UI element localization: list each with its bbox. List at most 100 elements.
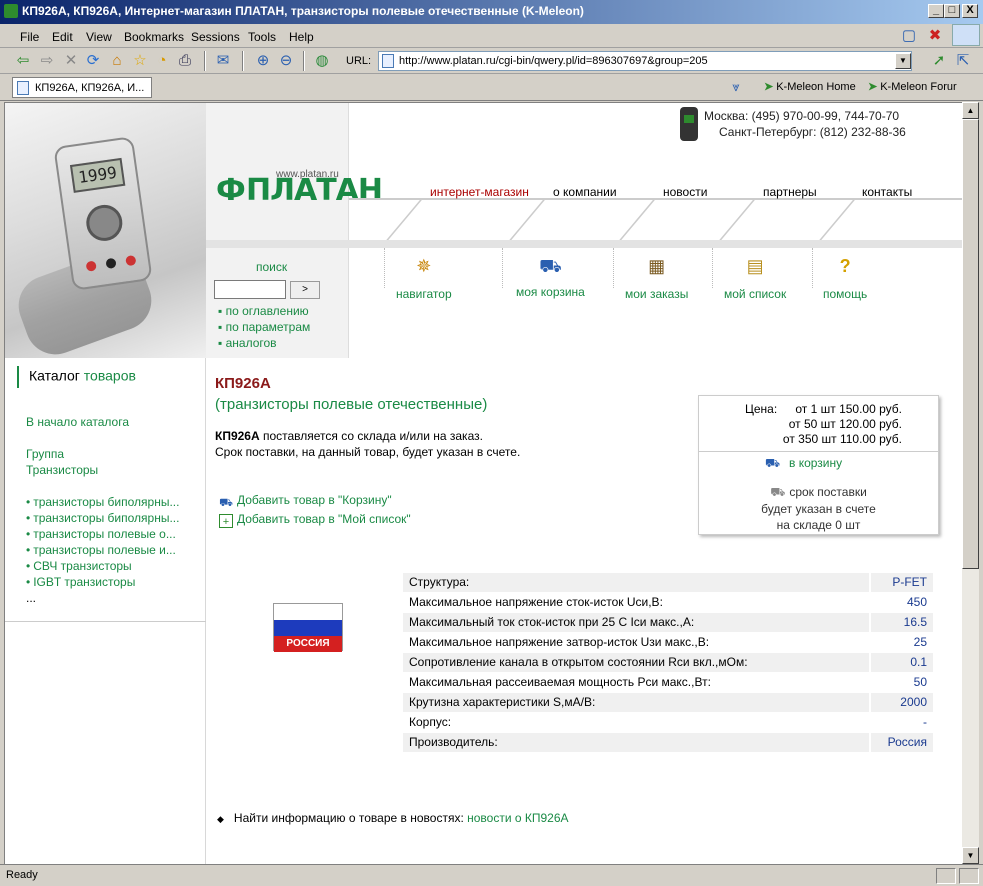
group-link[interactable]: Транзисторы — [26, 463, 98, 477]
phone-icon — [680, 107, 698, 141]
spec-value: 25 — [913, 635, 927, 649]
nav-about[interactable]: о компании — [553, 185, 617, 199]
forward-icon[interactable]: ⇨ — [38, 52, 56, 70]
history-icon[interactable]: ◔ — [153, 52, 171, 70]
reload-icon[interactable]: ⟳ — [84, 52, 102, 70]
spec-key: Крутизна характеристики S,мА/В: — [409, 695, 596, 709]
table-row: Производитель: Россия — [403, 733, 933, 752]
bookmark-star-icon[interactable]: ☆ — [131, 52, 149, 70]
throbber-icon — [952, 24, 980, 46]
price-tier-1: от 1 шт 150.00 руб. — [795, 402, 902, 416]
pointer-icon[interactable]: ⇱ — [954, 52, 972, 70]
tool-orders[interactable]: ▦ мои заказы — [625, 253, 688, 301]
maximize-button[interactable]: □ — [944, 4, 960, 18]
go-icon[interactable]: ➚ — [930, 52, 948, 70]
spec-key: Корпус: — [409, 715, 452, 729]
availability-rest: поставляется со склада и/или на заказ. — [259, 429, 483, 443]
window-title: КП926А, КП926А, Интернет-магазин ПЛАТАН,… — [22, 4, 584, 18]
nav-news[interactable]: новости — [663, 185, 707, 199]
catalog-item[interactable]: • транзисторы биполярны... — [26, 511, 196, 525]
stop-icon[interactable]: ✕ — [62, 52, 80, 70]
add-to-list-link[interactable]: + Добавить товар в "Мой список" — [219, 512, 411, 528]
logo-panel: www.platan.ru ФПЛАТАН — [206, 103, 383, 241]
home-icon[interactable]: ⌂ — [108, 52, 126, 70]
tab-label: КП926А, КП926А, И... — [35, 82, 145, 94]
status-bar: Ready — [0, 864, 983, 886]
add-to-cart-link[interactable]: ⛟ Добавить товар в "Корзину" — [219, 493, 392, 510]
kmeleon-icon: ➤ — [764, 81, 774, 93]
flag-label: РОССИЯ — [274, 636, 342, 652]
close-button[interactable]: X — [962, 4, 978, 18]
tool-my-list[interactable]: ▤ мой список — [724, 253, 786, 301]
tool-cart[interactable]: ⛟ моя корзина — [516, 253, 585, 299]
bookmark-kmeleon-forum[interactable]: ➤ K-Meleon Forur — [868, 80, 957, 93]
scroll-thumb[interactable] — [962, 119, 979, 569]
scroll-down-button[interactable]: ▼ — [962, 847, 979, 864]
vertical-scrollbar[interactable]: ▲ ▼ — [962, 102, 979, 864]
close-tab-icon[interactable]: ✖ — [926, 27, 944, 45]
delivery-line-1: ⛟ срок поставки — [699, 485, 938, 501]
status-cell — [959, 868, 979, 884]
menu-sessions[interactable]: Sessions — [191, 30, 240, 44]
search-by-params-link[interactable]: ▪ по параметрам — [218, 320, 310, 334]
catalog-item[interactable]: • IGBT транзисторы — [26, 575, 196, 589]
site-header: www.platan.ru ФПЛАТАН Москва: (495) 970-… — [206, 103, 962, 248]
bookmark-kmeleon-home[interactable]: ➤ K-Meleon Home — [764, 80, 856, 93]
search-button[interactable]: > — [290, 281, 320, 299]
tab-current[interactable]: КП926А, КП926А, И... — [12, 77, 152, 98]
new-window-icon[interactable]: ▢ — [900, 27, 918, 45]
table-row: Сопротивление канала в открытом состояни… — [403, 653, 933, 672]
catalog-item[interactable]: • транзисторы полевые о... — [26, 527, 196, 541]
zoom-in-icon[interactable]: ⊕ — [254, 52, 272, 70]
catalog-item[interactable]: • транзисторы полевые и... — [26, 543, 196, 557]
menu-tools[interactable]: Tools — [248, 30, 276, 44]
menu-edit[interactable]: Edit — [52, 30, 73, 44]
catalog-item[interactable]: • транзисторы биполярны... — [26, 495, 196, 509]
url-field[interactable]: http://www.platan.ru/cgi-bin/qwery.pl/id… — [378, 51, 912, 71]
multimeter-knob — [83, 202, 125, 244]
spec-value: 0.1 — [910, 655, 927, 669]
news-link[interactable]: новости о КП926А — [467, 811, 568, 825]
url-dropdown-button[interactable]: ▼ — [895, 53, 911, 69]
spec-key: Максимальное напряжение затвор-исток Uзи… — [409, 635, 710, 649]
nav-shop[interactable]: интернет-магазин — [430, 185, 529, 199]
truck-icon: ⛟ — [770, 485, 786, 499]
search-by-contents-link[interactable]: ▪ по оглавлению — [218, 304, 309, 318]
spec-value[interactable]: Россия — [888, 735, 927, 749]
globe-icon[interactable]: ◍ — [313, 52, 331, 70]
to-cart-link[interactable]: ⛟ в корзину — [765, 456, 842, 472]
search-input[interactable] — [214, 280, 286, 299]
spec-key: Максимальная рассеиваемая мощность Pси м… — [409, 675, 711, 689]
menu-bookmarks[interactable]: Bookmarks — [124, 30, 184, 44]
scroll-up-button[interactable]: ▲ — [962, 102, 979, 119]
bookmarks-dropdown-icon[interactable]: ⩔ — [727, 78, 745, 96]
nav-divider — [815, 200, 855, 245]
mail-icon[interactable]: ✉ — [214, 52, 232, 70]
nav-contacts[interactable]: контакты — [862, 185, 912, 199]
search-analogs-link[interactable]: ▪ аналогов — [218, 336, 277, 350]
tool-help[interactable]: ? помощь — [823, 253, 867, 301]
table-row: Максимальная рассеиваемая мощность Pси м… — [403, 673, 933, 692]
minimize-button[interactable]: _ — [928, 4, 944, 18]
print-icon[interactable]: ⎙ — [176, 52, 194, 70]
catalog-item[interactable]: • СВЧ транзисторы — [26, 559, 196, 573]
multimeter-photo: 1999 — [5, 103, 206, 358]
spec-key: Структура: — [409, 575, 470, 589]
url-text[interactable]: http://www.platan.ru/cgi-bin/qwery.pl/id… — [399, 55, 708, 67]
delivery-term: срок поставки — [789, 485, 867, 499]
spec-key: Производитель: — [409, 735, 498, 749]
to-cart-label: в корзину — [789, 456, 843, 470]
toolbar-separator — [242, 51, 244, 71]
menu-help[interactable]: Help — [289, 30, 314, 44]
nav-divider — [382, 200, 422, 245]
zoom-out-icon[interactable]: ⊖ — [277, 52, 295, 70]
menu-file[interactable]: File — [20, 30, 39, 44]
nav-partners[interactable]: партнеры — [763, 185, 817, 199]
platan-logo[interactable]: ФПЛАТАН — [216, 173, 383, 208]
catalog-home-link[interactable]: В начало каталога — [26, 415, 129, 429]
bookmark-label: K-Meleon Forur — [880, 81, 957, 93]
add-to-cart-label: Добавить товар в "Корзину" — [237, 493, 392, 507]
tool-navigator[interactable]: ✵ навигатор — [396, 253, 452, 301]
back-icon[interactable]: ⇦ — [14, 52, 32, 70]
menu-view[interactable]: View — [86, 30, 112, 44]
